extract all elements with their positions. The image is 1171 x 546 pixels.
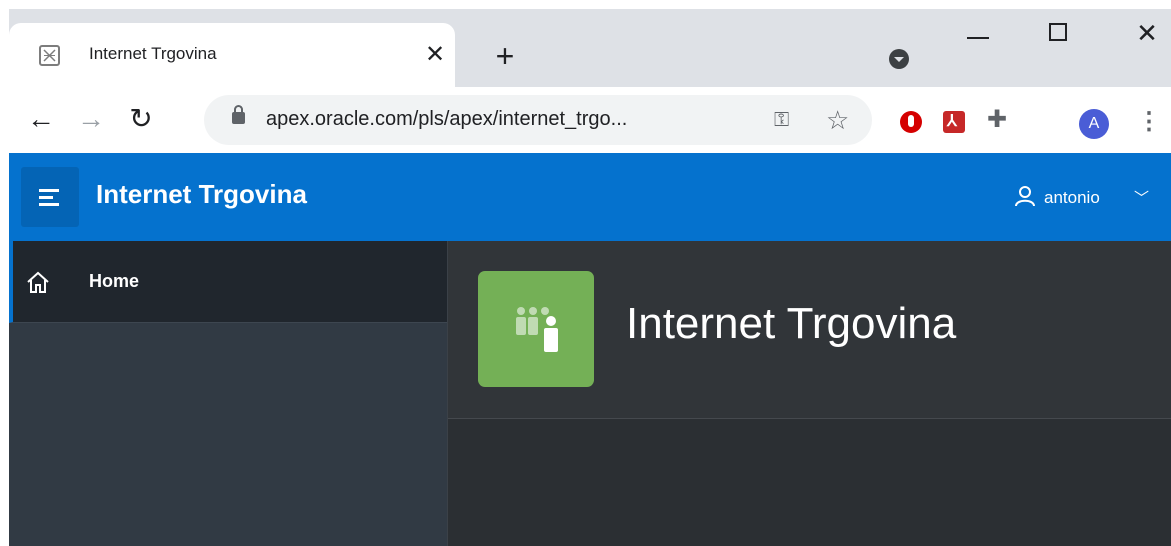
- browser-toolbar: ← → ↻ apex.oracle.com/pls/apex/internet_…: [9, 87, 1171, 153]
- hero-region: Internet Trgovina: [448, 241, 1171, 419]
- browser-window: Internet Trgovina ✕ + ✕ ← → ↻ apex.oracl…: [9, 9, 1171, 546]
- tab-search-icon[interactable]: [889, 49, 909, 69]
- address-bar[interactable]: apex.oracle.com/pls/apex/internet_trgo..…: [204, 95, 872, 145]
- sidebar-item-label: Home: [89, 271, 140, 291]
- users-icon: [478, 271, 594, 387]
- menu-toggle-icon[interactable]: [21, 167, 79, 227]
- key-icon[interactable]: ⚿: [774, 109, 789, 132]
- puzzle-icon[interactable]: ✚: [987, 105, 1009, 133]
- minimize-icon[interactable]: [959, 17, 999, 57]
- chevron-down-icon: ﹀: [1134, 190, 1150, 207]
- app-title[interactable]: Internet Trgovina: [96, 179, 307, 210]
- url-text[interactable]: apex.oracle.com/pls/apex/internet_trgo..…: [266, 108, 627, 131]
- more-menu-icon[interactable]: ⋮: [1137, 107, 1161, 136]
- pdf-icon[interactable]: [943, 111, 965, 133]
- star-icon[interactable]: ☆: [826, 105, 849, 136]
- reload-icon[interactable]: ↻: [123, 101, 159, 137]
- back-icon[interactable]: ←: [23, 101, 59, 137]
- home-icon: [25, 269, 51, 300]
- ublock-icon[interactable]: [900, 111, 922, 133]
- maximize-icon[interactable]: [1049, 23, 1067, 41]
- tab-strip: Internet Trgovina ✕ + ✕: [9, 9, 1171, 87]
- tab-internet-trgovina[interactable]: Internet Trgovina ✕: [9, 23, 455, 87]
- user-name: antonio: [1044, 188, 1100, 207]
- page-title: Internet Trgovina: [626, 299, 957, 348]
- app-header: Internet Trgovina antonio ﹀: [9, 153, 1171, 241]
- close-window-icon[interactable]: ✕: [1127, 13, 1167, 53]
- forward-icon[interactable]: →: [73, 101, 109, 137]
- main-content: Internet Trgovina: [447, 241, 1171, 546]
- lock-icon[interactable]: [232, 105, 245, 124]
- close-tab-icon[interactable]: ✕: [417, 37, 453, 73]
- new-tab-icon[interactable]: +: [487, 39, 523, 75]
- sidebar-item-home[interactable]: Home: [9, 241, 447, 323]
- user-icon: [1014, 185, 1036, 212]
- apex-icon: [39, 45, 60, 66]
- sidebar: Home: [9, 241, 447, 546]
- profile-avatar[interactable]: A: [1079, 109, 1109, 139]
- tab-title: Internet Trgovina: [89, 44, 217, 63]
